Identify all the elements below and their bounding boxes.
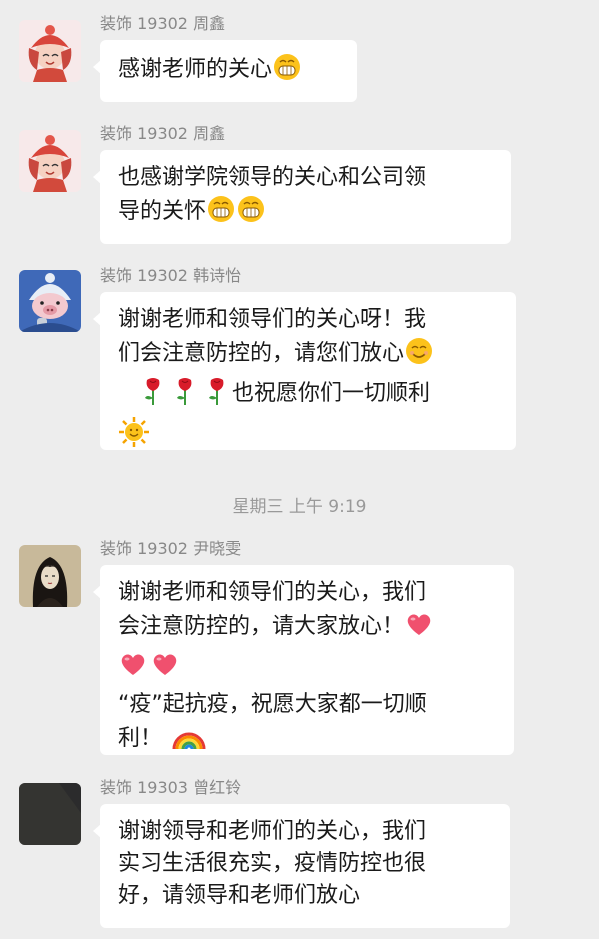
- sender-name: 装饰 19302 周鑫: [100, 14, 226, 33]
- message-line: 也感谢学院领导的关心和公司领: [118, 162, 493, 194]
- message-line: 实习生活很充实，疫情防控也很: [118, 848, 492, 880]
- sun-emoji-icon: [118, 416, 150, 458]
- message-bubble[interactable]: 也感谢学院领导的关心和公司领 导的关怀: [93, 150, 511, 244]
- avatar[interactable]: [19, 130, 81, 192]
- avatar-dark-photo-icon: [19, 783, 81, 845]
- message-line: [118, 416, 498, 458]
- avatar[interactable]: [19, 783, 81, 845]
- message-text: “疫”起抗疫，祝愿大家都一切顺: [118, 692, 427, 717]
- message-bubble[interactable]: 谢谢领导和老师们的关心，我们 实习生活很充实，疫情防控也很 好，请领导和老师们放…: [93, 804, 510, 928]
- avatar-cartoon-girl-red-hat-icon: [19, 130, 81, 192]
- message-line: 谢谢领导和老师们的关心，我们: [118, 816, 492, 848]
- message-bubble[interactable]: 谢谢老师和领导们的关心，我们 会注意防控的，请大家放心！ “疫”起抗疫，祝愿大家…: [93, 565, 514, 755]
- message-text: 利！: [118, 726, 163, 751]
- message-line: 会注意防控的，请大家放心！: [118, 609, 496, 649]
- rainbow-emoji-icon: [172, 721, 206, 761]
- message-bubble[interactable]: 感谢老师的关心: [93, 40, 357, 102]
- message-text: 实习生活很充实，疫情防控也很: [118, 851, 427, 876]
- rose-emoji-icon: [202, 376, 232, 416]
- message-line: [118, 649, 496, 689]
- grin-emoji-icon: [272, 52, 302, 92]
- avatar-cartoon-girl-red-hat-icon: [19, 20, 81, 82]
- heart-emoji-icon: [150, 649, 180, 689]
- sender-name: 装饰 19302 周鑫: [100, 124, 226, 143]
- sender-name: 装饰 19302 韩诗怡: [100, 266, 242, 285]
- heart-emoji-icon: [118, 649, 148, 689]
- message-line: 导的关怀: [118, 194, 493, 234]
- heart-emoji-icon: [404, 609, 434, 649]
- message-text: 会注意防控的，请大家放心！: [118, 614, 405, 639]
- avatar-dark-illustration-icon: [19, 545, 81, 607]
- avatar-blue-hat-pig-icon: [19, 270, 81, 332]
- message-text: 好，请领导和老师们放心: [118, 883, 361, 908]
- grin-emoji-icon: [206, 194, 236, 234]
- timestamp: 星期三 上午 9:19: [232, 497, 367, 517]
- message-line: 们会注意防控的，请您们放心: [118, 336, 498, 376]
- message-line: “疫”起抗疫，祝愿大家都一切顺: [118, 689, 496, 721]
- message-line: 好，请领导和老师们放心: [118, 880, 492, 912]
- sender-name: 装饰 19303 曾红铃: [100, 778, 242, 797]
- message-text: 谢谢领导和老师们的关心，我们: [118, 819, 427, 844]
- rose-emoji-icon: [138, 376, 168, 416]
- message-line: 感谢老师的关心: [118, 52, 339, 92]
- message-text: 感谢老师的关心: [118, 57, 273, 82]
- message-line: 谢谢老师和领导们的关心呀！我: [118, 304, 498, 336]
- grin-emoji-icon: [236, 194, 266, 234]
- avatar[interactable]: [19, 545, 81, 607]
- avatar[interactable]: [19, 20, 81, 82]
- message-text: 导的关怀: [118, 199, 207, 224]
- message-bubble[interactable]: 谢谢老师和领导们的关心呀！我 们会注意防控的，请您们放心 也祝愿你们一切顺利: [93, 292, 516, 450]
- message-line: 谢谢老师和领导们的关心，我们: [118, 577, 496, 609]
- message-text: 谢谢老师和领导们的关心，我们: [118, 580, 427, 605]
- smile-emoji-icon: [404, 336, 434, 376]
- message-text: 谢谢老师和领导们的关心呀！我: [118, 307, 427, 332]
- message-text: 也感谢学院领导的关心和公司领: [118, 165, 427, 190]
- message-text: 也祝愿你们一切顺利: [232, 381, 431, 406]
- message-text: 们会注意防控的，请您们放心: [118, 341, 405, 366]
- avatar[interactable]: [19, 270, 81, 332]
- message-line: 也祝愿你们一切顺利: [118, 376, 498, 416]
- rose-emoji-icon: [170, 376, 200, 416]
- sender-name: 装饰 19302 尹晓雯: [100, 539, 242, 558]
- message-line: 利！: [118, 721, 496, 761]
